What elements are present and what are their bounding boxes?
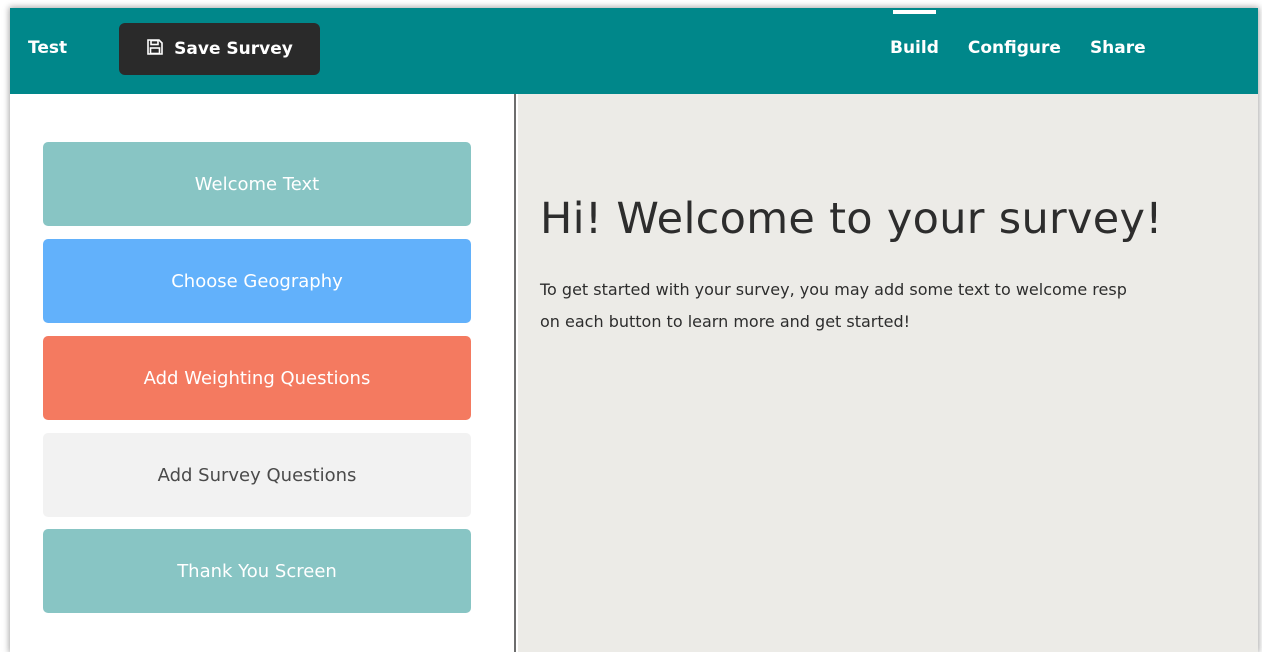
save-survey-label: Save Survey xyxy=(174,39,293,59)
app-window: Test Save Survey Build Configure Share W… xyxy=(10,8,1258,652)
step-add-survey-questions-button[interactable]: Add Survey Questions xyxy=(43,433,471,517)
save-survey-button[interactable]: Save Survey xyxy=(119,23,320,75)
welcome-heading: Hi! Welcome to your survey! xyxy=(540,194,1163,244)
welcome-body-line: on each button to learn more and get sta… xyxy=(540,312,911,331)
app-title: Test xyxy=(28,38,68,58)
step-choose-geography-button[interactable]: Choose Geography xyxy=(43,239,471,323)
step-welcome-text-button[interactable]: Welcome Text xyxy=(43,142,471,226)
tab-build[interactable]: Build xyxy=(890,8,939,94)
tab-share[interactable]: Share xyxy=(1090,8,1146,94)
welcome-body-line: To get started with your survey, you may… xyxy=(540,280,1127,299)
main-nav: Build Configure Share xyxy=(890,8,1175,94)
builder-sidebar: Welcome Text Choose Geography Add Weight… xyxy=(10,94,516,652)
floppy-disk-icon xyxy=(146,38,164,61)
step-add-weighting-questions-button[interactable]: Add Weighting Questions xyxy=(43,336,471,420)
preview-pane: Hi! Welcome to your survey! To get start… xyxy=(518,94,1258,652)
top-bar: Test Save Survey Build Configure Share xyxy=(10,8,1258,94)
welcome-body: To get started with your survey, you may… xyxy=(540,274,1258,338)
tab-configure[interactable]: Configure xyxy=(968,8,1061,94)
step-thank-you-screen-button[interactable]: Thank You Screen xyxy=(43,529,471,613)
